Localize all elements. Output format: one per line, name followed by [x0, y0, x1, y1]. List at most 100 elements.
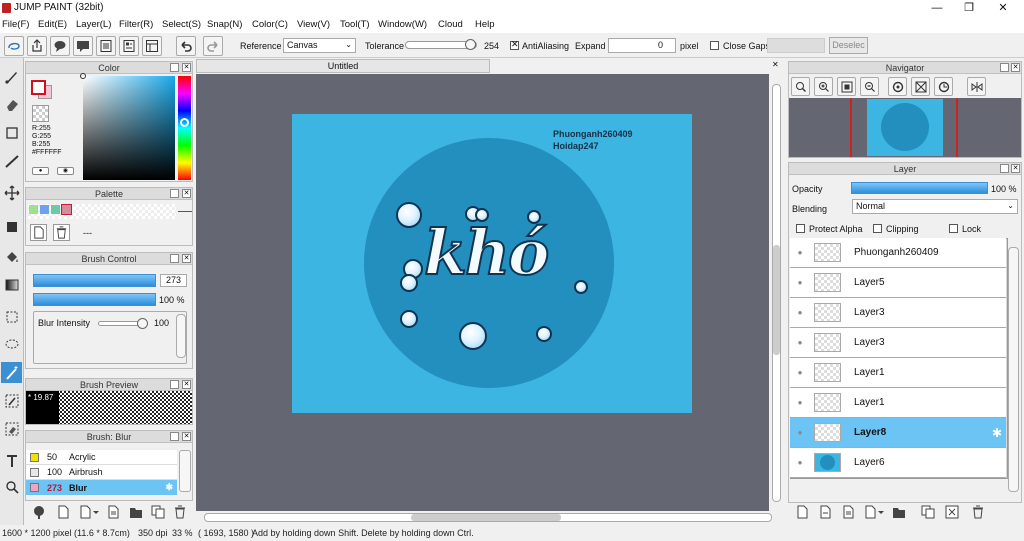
menu-window[interactable]: Window(W) — [378, 19, 427, 30]
visibility-icon[interactable]: ● — [790, 308, 810, 317]
text-box-icon[interactable] — [96, 36, 116, 56]
new-palette-icon[interactable] — [30, 224, 47, 241]
lock-checkbox[interactable] — [949, 224, 958, 233]
tolerance-slider-knob[interactable] — [465, 39, 477, 50]
rect-select-icon[interactable] — [1, 306, 22, 327]
lasso-tool-icon[interactable] — [1, 334, 22, 355]
gear-icon[interactable]: ✱ — [165, 482, 173, 493]
visibility-icon[interactable]: ● — [790, 428, 810, 437]
canvas-close-icon[interactable]: ✕ — [772, 60, 782, 70]
delete-brush-icon[interactable] — [172, 504, 188, 520]
canvas-vertical-scrollbar[interactable] — [769, 74, 785, 512]
zoom-tool-icon[interactable] — [1, 476, 22, 497]
layer-folder-icon[interactable] — [891, 504, 907, 520]
menu-view[interactable]: View(V) — [297, 19, 330, 30]
lasso-select-icon[interactable] — [4, 36, 24, 56]
blending-select[interactable]: Normal ⌄ — [852, 199, 1018, 214]
visibility-icon[interactable]: ● — [790, 368, 810, 377]
panel-float-icon[interactable] — [170, 254, 179, 263]
palette-swatch[interactable] — [40, 205, 49, 214]
layer-menu-icon[interactable] — [863, 504, 885, 520]
blur-intensity-slider[interactable] — [98, 318, 148, 329]
grid-layout-icon[interactable] — [142, 36, 162, 56]
line-tool-icon[interactable] — [1, 150, 22, 171]
redo-icon[interactable] — [203, 36, 223, 56]
layer-row[interactable]: ● Layer1 — [790, 358, 1006, 388]
navigator-preview[interactable] — [789, 98, 1021, 157]
new-layer-icon[interactable] — [794, 504, 810, 520]
hue-slider-knob[interactable] — [180, 118, 189, 127]
gradient-tool-icon[interactable] — [1, 274, 22, 295]
panel-close-icon[interactable]: ✕ — [182, 380, 191, 389]
layer-row[interactable]: ● Layer3 — [790, 328, 1006, 358]
canvas-artboard[interactable]: Phuonganh260409 Hoidap247 khó — [292, 114, 692, 413]
antialiasing-checkbox[interactable]: ✕ — [510, 39, 519, 50]
menu-cloud[interactable]: Cloud — [438, 19, 463, 30]
rotate-left-icon[interactable] — [888, 77, 907, 96]
panel-float-icon[interactable] — [1000, 164, 1009, 173]
layer-row[interactable]: ● Layer5 — [790, 268, 1006, 298]
layer-list-scrollbar[interactable] — [1008, 247, 1019, 492]
canvas-horizontal-scrollbar[interactable] — [196, 511, 776, 525]
menu-filter[interactable]: Filter(R) — [119, 19, 153, 30]
layer-row[interactable]: ● Layer3 — [790, 298, 1006, 328]
visibility-icon[interactable]: ● — [790, 278, 810, 287]
copy-brush-icon[interactable] — [150, 504, 166, 520]
magic-wand-icon[interactable] — [1, 362, 22, 383]
panel-float-icon[interactable] — [1000, 63, 1009, 72]
canvas-workspace[interactable]: Phuonganh260409 Hoidap247 khó — [196, 74, 769, 511]
palette-swatch[interactable] — [29, 205, 38, 214]
brush-material-icon[interactable] — [31, 504, 47, 520]
panel-close-icon[interactable]: ✕ — [182, 189, 191, 198]
paint-bucket-icon[interactable] — [1, 246, 22, 267]
brush-list-item[interactable]: 50 Acrylic — [26, 450, 177, 465]
menu-color[interactable]: Color(C) — [252, 19, 288, 30]
flip-horizontal-icon[interactable] — [967, 77, 986, 96]
deselect-button[interactable]: Deselec — [829, 37, 868, 54]
visibility-icon[interactable]: ● — [790, 338, 810, 347]
menu-tool[interactable]: Tool(T) — [340, 19, 370, 30]
speech-bubble-icon[interactable] — [50, 36, 70, 56]
panel-float-icon[interactable] — [170, 63, 179, 72]
palette-swatch[interactable] — [51, 205, 60, 214]
vscroll-thumb[interactable] — [773, 245, 780, 355]
color-mode-button[interactable]: ● — [32, 167, 49, 175]
panel-close-icon[interactable]: ✕ — [182, 63, 191, 72]
select-eraser-icon[interactable] — [1, 418, 22, 439]
delete-palette-icon[interactable] — [53, 224, 70, 241]
maximize-button[interactable]: ❐ — [954, 1, 984, 16]
gear-icon[interactable]: ✱ — [992, 426, 1002, 440]
move-tool-icon[interactable] — [1, 182, 22, 203]
layer-opacity-slider[interactable] — [851, 182, 988, 194]
close-button[interactable]: ✕ — [988, 1, 1018, 16]
select-pen-icon[interactable] — [1, 390, 22, 411]
comment-icon[interactable] — [73, 36, 93, 56]
palette-swatch[interactable] — [61, 204, 72, 215]
rectangle-tool-icon[interactable] — [1, 122, 22, 143]
menu-edit[interactable]: Edit(E) — [38, 19, 67, 30]
menu-layer[interactable]: Layer(L) — [76, 19, 111, 30]
new-layer-8bit-icon[interactable] — [817, 504, 833, 520]
foreground-color-swatch[interactable] — [31, 80, 46, 95]
duplicate-layer-icon[interactable] — [920, 504, 936, 520]
blur-slider-knob[interactable] — [137, 318, 148, 329]
palette-swatch-area[interactable] — [28, 204, 176, 219]
zoom-in-icon[interactable] — [814, 77, 833, 96]
layer-row[interactable]: ● Layer1 — [790, 388, 1006, 418]
hscroll-thumb[interactable] — [411, 514, 561, 521]
layer-row-selected[interactable]: ● Layer8 ✱ — [790, 418, 1006, 448]
menu-help[interactable]: Help — [475, 19, 495, 30]
eraser-tool-icon[interactable] — [1, 94, 22, 115]
brush-detail-scrollbar[interactable] — [176, 314, 186, 358]
visibility-icon[interactable]: ● — [790, 248, 810, 257]
menu-snap[interactable]: Snap(N) — [207, 19, 242, 30]
expand-input[interactable]: 0 — [608, 38, 676, 53]
panel-float-icon[interactable] — [170, 380, 179, 389]
color-picker-cursor[interactable] — [80, 73, 86, 79]
menu-file[interactable]: File(F) — [2, 19, 29, 30]
brush-list-item[interactable]: 100 Airbrush — [26, 465, 177, 480]
saturation-value-picker[interactable] — [80, 73, 175, 180]
hue-slider[interactable] — [178, 76, 191, 180]
fit-screen-icon[interactable] — [837, 77, 856, 96]
panel-close-icon[interactable]: ✕ — [182, 254, 191, 263]
